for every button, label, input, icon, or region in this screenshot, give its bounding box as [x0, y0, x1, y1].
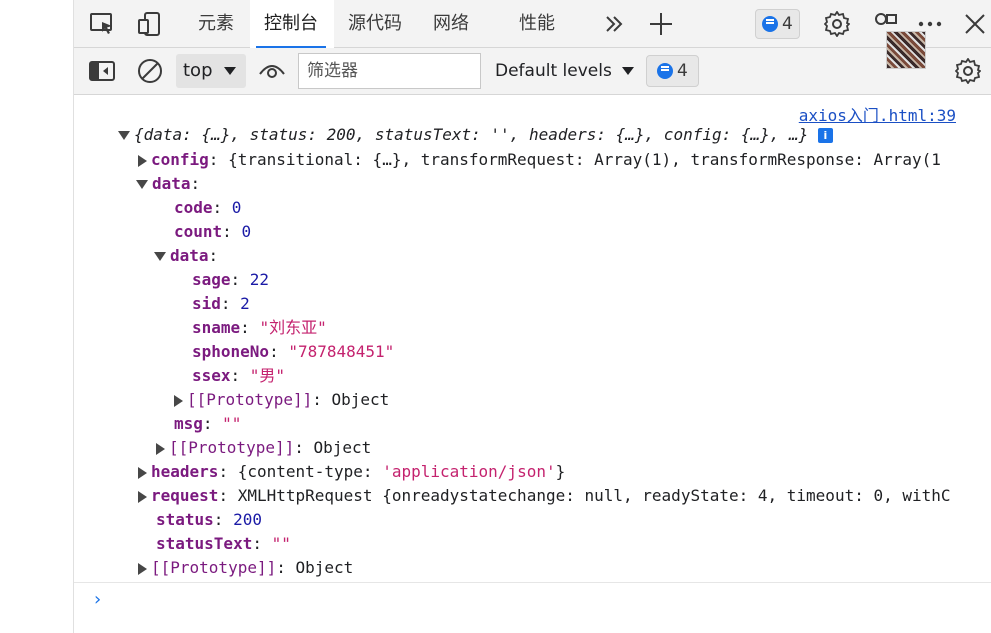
- issues-count: 4: [782, 14, 793, 34]
- collapse-triangle-icon[interactable]: [138, 490, 147, 503]
- close-icon[interactable]: [959, 8, 991, 40]
- tree-row-ssex: ssex: "男": [192, 366, 286, 385]
- tab-console[interactable]: 控制台: [256, 0, 326, 48]
- messages-badge[interactable]: 4: [646, 55, 699, 87]
- expand-triangle-icon[interactable]: [154, 252, 166, 261]
- tree-row-statustext: statusText: "": [156, 534, 291, 553]
- console-output: axios入门.html:39 {data: {…}, status: 200,…: [74, 96, 991, 633]
- message-icon: [762, 16, 778, 32]
- tree-row-headers[interactable]: headers: {content-type: 'application/jso…: [138, 460, 565, 484]
- summary-text: {data: {…}, status: 200, statusText: '',…: [134, 125, 809, 144]
- info-icon[interactable]: i: [817, 128, 833, 143]
- more-tabs-icon[interactable]: [598, 8, 630, 40]
- console-settings-gear-icon[interactable]: [952, 55, 984, 87]
- tree-row-status: status: 200: [156, 510, 262, 529]
- device-emulation-icon[interactable]: [134, 8, 166, 40]
- collapse-triangle-icon[interactable]: [138, 154, 147, 167]
- tree-row-sphoneno: sphoneNo: "787848451": [192, 342, 395, 361]
- devtools-tabbar: 元素 控制台 源代码 网络 性能 4: [74, 0, 991, 48]
- console-toolbar: top Default levels 4: [74, 48, 991, 95]
- filter-input[interactable]: [298, 53, 481, 89]
- tree-row-data[interactable]: data:: [136, 172, 200, 196]
- collapse-triangle-icon[interactable]: [138, 466, 147, 479]
- console-input-area[interactable]: ›: [74, 582, 991, 633]
- tab-elements[interactable]: 元素: [198, 0, 234, 48]
- context-select[interactable]: top: [176, 54, 246, 88]
- chevron-down-icon: [621, 67, 634, 75]
- collapse-triangle-icon[interactable]: [156, 442, 165, 455]
- expand-triangle-icon[interactable]: [118, 131, 130, 140]
- tree-row-prototype-inner[interactable]: [[Prototype]]: Object: [174, 388, 389, 412]
- tab-performance[interactable]: 性能: [519, 0, 555, 48]
- tree-row-sname: sname: "刘东亚": [192, 318, 327, 337]
- config-value: {transitional: {…}, transformRequest: Ar…: [228, 150, 941, 169]
- log-levels-label: Default levels: [495, 61, 612, 81]
- tree-row-config[interactable]: config: {transitional: {…}, transformReq…: [138, 148, 964, 172]
- collapse-triangle-icon[interactable]: [138, 562, 147, 575]
- tree-row-prototype-data[interactable]: [[Prototype]]: Object: [156, 436, 371, 460]
- sidebar-toggle-icon[interactable]: [86, 55, 118, 87]
- issues-badge[interactable]: 4: [755, 9, 800, 39]
- inspect-element-icon[interactable]: [86, 8, 118, 40]
- tree-row-prototype-root[interactable]: [[Prototype]]: Object: [138, 556, 353, 580]
- response-summary-row[interactable]: {data: {…}, status: 200, statusText: '',…: [118, 123, 833, 147]
- expand-triangle-icon[interactable]: [136, 180, 148, 189]
- settings-gear-icon[interactable]: [821, 8, 853, 40]
- tree-row-inner-data[interactable]: data:: [154, 244, 218, 268]
- devtools-panel: 元素 控制台 源代码 网络 性能 4 top 筛选器 Default level…: [74, 0, 991, 633]
- messages-count: 4: [677, 61, 688, 81]
- tree-row-sage: sage: 22: [192, 270, 270, 289]
- log-levels-dropdown[interactable]: Default levels: [495, 54, 634, 88]
- avatar: [886, 31, 926, 69]
- tree-row-code: code: 0: [174, 198, 242, 217]
- context-value: top: [183, 60, 213, 81]
- collapse-triangle-icon[interactable]: [174, 394, 183, 407]
- clear-console-icon[interactable]: [134, 55, 166, 87]
- tree-row-count: count: 0: [174, 222, 252, 241]
- tree-row-msg: msg: "": [174, 414, 242, 433]
- left-panel: [0, 0, 74, 633]
- console-prompt: ›: [92, 589, 103, 610]
- tree-row-sid: sid: 2: [192, 294, 250, 313]
- message-icon: [657, 63, 673, 79]
- tree-row-request[interactable]: request: XMLHttpRequest {onreadystatecha…: [138, 484, 966, 508]
- tab-network[interactable]: 网络: [433, 0, 469, 48]
- live-expression-eye-icon[interactable]: [256, 55, 288, 87]
- tab-sources[interactable]: 源代码: [348, 0, 402, 48]
- add-tab-icon[interactable]: [645, 8, 677, 40]
- chevron-down-icon: [224, 67, 236, 75]
